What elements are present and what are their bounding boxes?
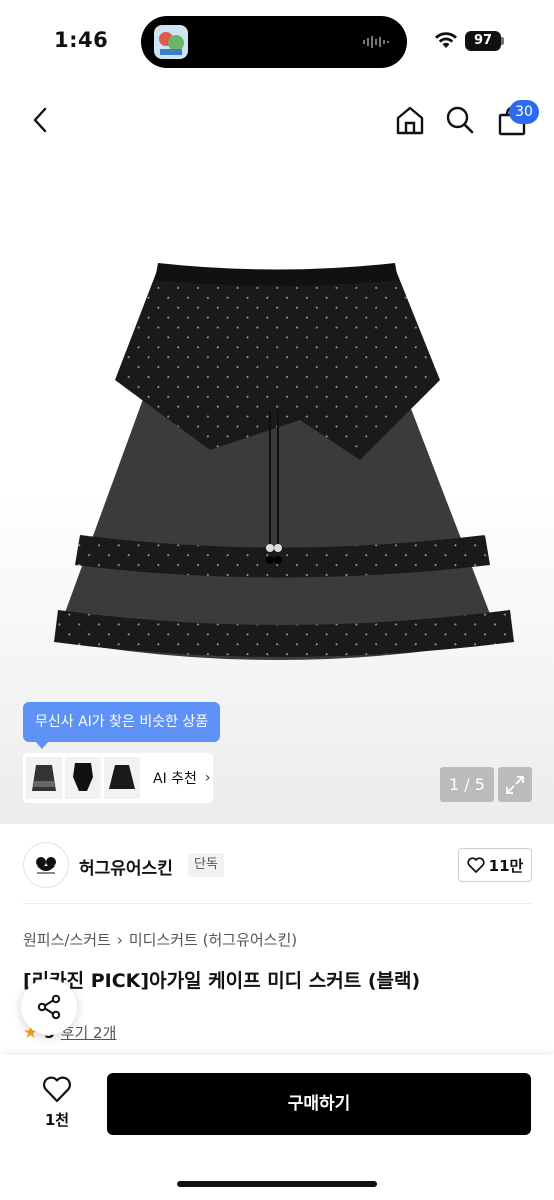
brand-logo[interactable] [23, 842, 69, 888]
back-button[interactable] [22, 100, 58, 140]
dynamic-island [141, 16, 407, 68]
brand-name[interactable]: 허그유어스킨 [79, 854, 173, 879]
divider [23, 903, 532, 904]
status-bar: 1:46 97 [0, 0, 554, 80]
image-counter: 1 / 5 [440, 767, 494, 802]
product-title: [리카진 PICK]아가일 케이프 미디 스커트 (블랙) [23, 970, 421, 992]
status-time: 1:46 [54, 28, 109, 52]
now-playing-app-icon [154, 25, 188, 59]
home-indicator [177, 1181, 377, 1187]
buy-button[interactable]: 구매하기 [107, 1073, 531, 1135]
ai-recommend-strip[interactable]: AI 추천 › [23, 753, 213, 803]
share-icon [37, 994, 61, 1020]
audio-wave-icon [363, 36, 389, 48]
expand-icon [506, 775, 524, 794]
breadcrumb-separator-icon: › [116, 930, 123, 949]
breadcrumb: 원피스/스커트 › 미디스커트 (허그유어스킨) [23, 929, 297, 950]
share-button[interactable] [21, 979, 77, 1035]
ai-recommend-label: AI 추천 [153, 771, 197, 787]
heart-icon [43, 1076, 71, 1103]
search-button[interactable] [440, 100, 480, 140]
similar-item-thumb[interactable] [65, 757, 101, 799]
search-icon [446, 106, 474, 134]
brand-like-button[interactable]: 11만 [458, 848, 532, 882]
cart-count-badge: 30 [509, 100, 539, 124]
exclusive-badge: 단독 [188, 853, 224, 877]
bottom-action-bar: 1천 구매하기 [0, 1055, 554, 1200]
home-button[interactable] [390, 100, 430, 140]
similar-item-thumb[interactable] [104, 757, 140, 799]
wishlist-count: 1천 [44, 1111, 70, 1129]
heart-icon [467, 857, 485, 873]
battery-tip [501, 37, 504, 45]
breadcrumb-subcategory[interactable]: 미디스커트 (허그유어스킨) [129, 929, 297, 950]
home-icon [396, 106, 424, 135]
chevron-left-icon [33, 107, 47, 133]
chevron-right-icon: › [204, 770, 211, 786]
wifi-icon [435, 32, 457, 48]
expand-button[interactable] [498, 767, 532, 802]
battery-indicator: 97 [465, 31, 501, 51]
ai-similar-tooltip: 무신사 AI가 찾은 비슷한 상품 [23, 702, 221, 749]
brand-like-count: 11만 [488, 856, 524, 875]
wishlist-button[interactable]: 1천 [34, 1075, 80, 1130]
brand-row[interactable]: 허그유어스킨 단독 11만 [23, 842, 532, 888]
breadcrumb-category[interactable]: 원피스/스커트 [23, 929, 111, 950]
similar-item-thumb[interactable] [26, 757, 62, 799]
